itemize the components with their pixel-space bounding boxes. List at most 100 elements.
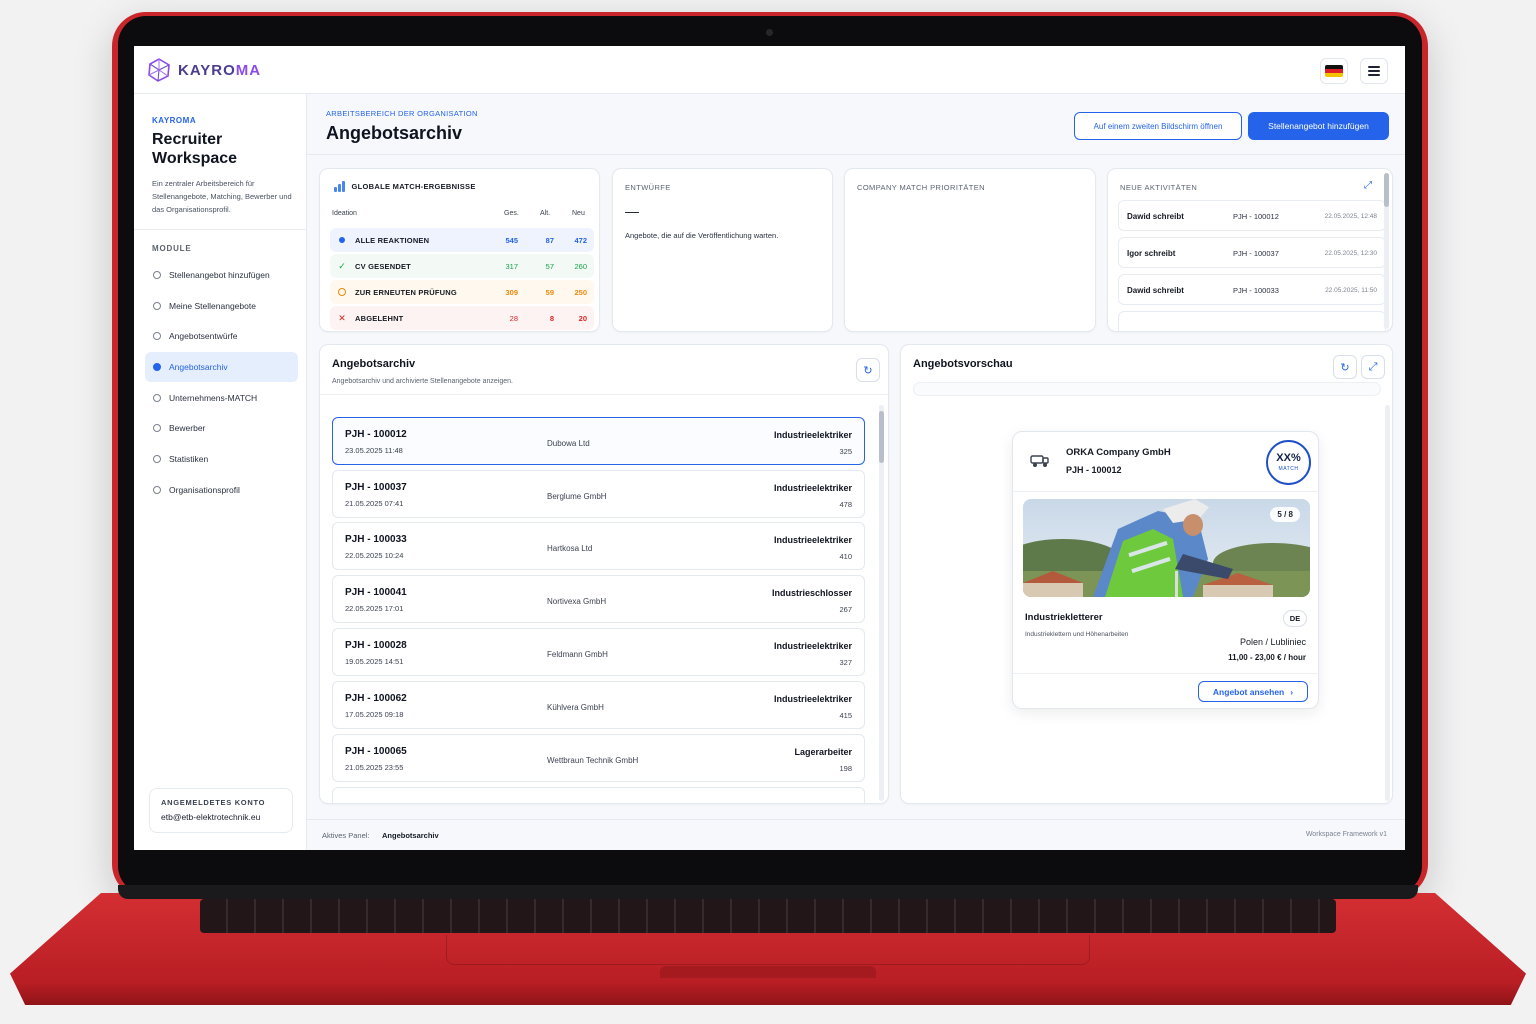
sidebar-item-add-offer[interactable]: Stellenangebot hinzufügen bbox=[145, 260, 298, 290]
archive-panel: Angebotsarchiv Angebotsarchiv und archiv… bbox=[319, 344, 889, 804]
account-box[interactable]: ANGEMELDETES KONTO etb@etb-elektrotechni… bbox=[149, 788, 293, 833]
offer-company: Hartkosa Ltd bbox=[547, 544, 593, 553]
offer-count: 325 bbox=[839, 447, 852, 456]
sidebar-item-archive[interactable]: Angebotsarchiv bbox=[145, 352, 298, 383]
preview-panel: Angebotsvorschau ↻ ⤢ ORKA Company GmbH P… bbox=[900, 344, 1393, 804]
activity-item[interactable]: Dawid schreibt PJH - 100012 22.05.2025, … bbox=[1118, 200, 1386, 231]
match-score-value: XX% bbox=[1276, 452, 1301, 464]
match-new: 260 bbox=[574, 262, 587, 271]
scroll-thumb[interactable] bbox=[1384, 173, 1389, 207]
offer-id: PJH - 100037 bbox=[345, 482, 407, 493]
activity-time: 22.05.2025, 12:48 bbox=[1324, 213, 1377, 220]
table-row[interactable]: PJH - 100062 17.05.2025 09:18 Kühlvera G… bbox=[332, 681, 865, 729]
preview-toolbar-strip bbox=[913, 382, 1381, 396]
table-row[interactable]: PJH - 100065 21.05.2025 23:55 Wettbraun … bbox=[332, 734, 865, 782]
offer-role: Industrieelektriker bbox=[773, 483, 852, 493]
offer-role: Lagerarbeiter bbox=[794, 747, 852, 757]
sidebar-item-label: Bewerber bbox=[169, 423, 206, 434]
match-row-cv-sent[interactable]: ✓ CV GESENDET 317 57 260 bbox=[330, 254, 594, 278]
sidebar-item-label: Meine Stellenangebote bbox=[169, 300, 256, 311]
page-title: Angebotsarchiv bbox=[326, 123, 463, 143]
lid-notch bbox=[660, 966, 876, 978]
company-match-title: COMPANY MATCH PRIORITÄTEN bbox=[857, 183, 985, 192]
scroll-thumb[interactable] bbox=[879, 411, 884, 463]
offer-count: 267 bbox=[839, 605, 852, 614]
activity-offer-id: PJH - 100033 bbox=[1233, 286, 1279, 295]
offer-date: 21.05.2025 07:41 bbox=[345, 499, 404, 508]
match-total: 309 bbox=[505, 288, 518, 297]
language-switch-button[interactable] bbox=[1320, 58, 1348, 84]
match-row-label: ABGELEHNT bbox=[355, 314, 404, 323]
match-row-all-reactions[interactable]: ALLE REAKTIONEN 545 87 472 bbox=[330, 228, 594, 252]
preview-refresh-button[interactable]: ↻ bbox=[1333, 355, 1357, 379]
framework-version: Workspace Framework v1 bbox=[1305, 831, 1387, 838]
top-bar: KAYROMA bbox=[134, 46, 1405, 94]
drafts-title: ENTWÜRFE bbox=[625, 183, 671, 192]
offer-count: 478 bbox=[839, 500, 852, 509]
offer-date: 21.05.2025 23:55 bbox=[345, 763, 404, 772]
table-row[interactable]: PJH - 100012 23.05.2025 11:48 Dubowa Ltd… bbox=[332, 417, 865, 465]
table-row[interactable]: PJH - 100028 19.05.2025 14:51 Feldmann G… bbox=[332, 628, 865, 676]
sidebar-item-org-profile[interactable]: Organisationsprofil bbox=[145, 475, 298, 505]
sidebar-item-statistics[interactable]: Statistiken bbox=[145, 444, 298, 474]
photo-counter: 5 / 8 bbox=[1270, 507, 1300, 522]
view-offer-button[interactable]: Angebot ansehen › bbox=[1198, 681, 1308, 702]
offer-photo[interactable]: 5 / 8 bbox=[1023, 499, 1310, 597]
preview-pay: 11,00 - 23,00 € / hour bbox=[1228, 653, 1306, 662]
match-row-label: ZUR ERNEUTEN PRÜFUNG bbox=[355, 288, 457, 297]
match-new: 472 bbox=[574, 236, 587, 245]
column-total: Ges. bbox=[504, 210, 519, 217]
offer-role: Industrieschlosser bbox=[771, 588, 852, 598]
match-row-rejected[interactable]: ✕ ABGELEHNT 28 8 20 bbox=[330, 306, 594, 330]
sidebar-item-label: Angebotsarchiv bbox=[169, 362, 228, 373]
refresh-icon: ↻ bbox=[863, 364, 873, 377]
open-second-screen-button[interactable]: Auf einem zweiten Bildschirm öffnen bbox=[1074, 112, 1242, 140]
offer-date: 23.05.2025 11:48 bbox=[345, 446, 403, 455]
archive-scrollbar[interactable] bbox=[879, 405, 884, 801]
match-score-badge: XX% MATCH bbox=[1266, 440, 1311, 485]
sidebar-item-company-match[interactable]: Unternehmens-MATCH bbox=[145, 383, 298, 413]
offer-date: 19.05.2025 14:51 bbox=[345, 657, 404, 666]
preview-expand-button[interactable]: ⤢ bbox=[1361, 355, 1385, 379]
match-old: 87 bbox=[545, 236, 554, 245]
add-offer-button[interactable]: Stellenangebot hinzufügen bbox=[1248, 112, 1389, 140]
table-row[interactable]: PJH - 100041 22.05.2025 17:01 Nortivexa … bbox=[332, 575, 865, 623]
cross-icon: ✕ bbox=[338, 312, 346, 323]
kayroma-logo[interactable]: KAYROMA bbox=[146, 57, 261, 83]
sidebar-item-applicants[interactable]: Bewerber bbox=[145, 413, 298, 443]
activity-item-partial[interactable] bbox=[1118, 311, 1386, 331]
status-footer: Aktives Panel: Angebotsarchiv Workspace … bbox=[307, 819, 1405, 850]
preview-scrollbar[interactable] bbox=[1385, 405, 1390, 801]
sidebar-item-label: Angebotsentwürfe bbox=[169, 331, 238, 342]
dot-icon bbox=[337, 235, 347, 245]
company-match-card[interactable]: COMPANY MATCH PRIORITÄTEN bbox=[844, 168, 1096, 332]
offer-date: 17.05.2025 09:18 bbox=[345, 710, 404, 719]
match-old: 59 bbox=[545, 288, 554, 297]
match-row-review[interactable]: ZUR ERNEUTEN PRÜFUNG 309 59 250 bbox=[330, 280, 594, 304]
table-row[interactable]: PJH - 100033 22.05.2025 10:24 Hartkosa L… bbox=[332, 522, 865, 570]
table-row[interactable]: PJH - 100037 21.05.2025 07:41 Berglume G… bbox=[332, 470, 865, 518]
activity-item[interactable]: Igor schreibt PJH - 100037 22.05.2025, 1… bbox=[1118, 237, 1386, 268]
menu-button[interactable] bbox=[1360, 58, 1388, 84]
nav-dot-icon bbox=[153, 485, 161, 494]
bar-chart-icon bbox=[334, 181, 345, 192]
sidebar-item-my-offers[interactable]: Meine Stellenangebote bbox=[145, 291, 298, 321]
activities-scrollbar[interactable] bbox=[1384, 173, 1389, 329]
activity-time: 22.05.2025, 11:50 bbox=[1325, 287, 1377, 294]
offer-preview-card[interactable]: ORKA Company GmbH PJH - 100012 XX% MATCH bbox=[1012, 431, 1320, 709]
sidebar-item-drafts[interactable]: Angebotsentwürfe bbox=[145, 321, 298, 351]
table-row-partial[interactable] bbox=[332, 787, 865, 803]
expand-icon[interactable]: ⤢ bbox=[1364, 180, 1372, 191]
account-email: etb@etb-elektrotechnik.eu bbox=[161, 812, 261, 822]
archive-refresh-button[interactable]: ↻ bbox=[856, 358, 880, 382]
activity-item[interactable]: Dawid schreibt PJH - 100033 22.05.2025, … bbox=[1118, 274, 1386, 305]
sidebar-description: Ein zentraler Arbeitsbereich für Stellen… bbox=[152, 179, 292, 214]
nav-dot-icon bbox=[153, 301, 161, 310]
match-total: 28 bbox=[509, 314, 518, 323]
drafts-card[interactable]: ENTWÜRFE — Angebote, die auf die Veröffe… bbox=[612, 168, 833, 332]
chevron-right-icon: › bbox=[1290, 686, 1294, 697]
sidebar-divider bbox=[134, 229, 307, 230]
global-match-header: GLOBALE MATCH-ERGEBNISSE bbox=[334, 181, 476, 192]
offer-role: Industrieelektriker bbox=[773, 535, 852, 545]
offer-date: 22.05.2025 10:24 bbox=[345, 551, 404, 560]
